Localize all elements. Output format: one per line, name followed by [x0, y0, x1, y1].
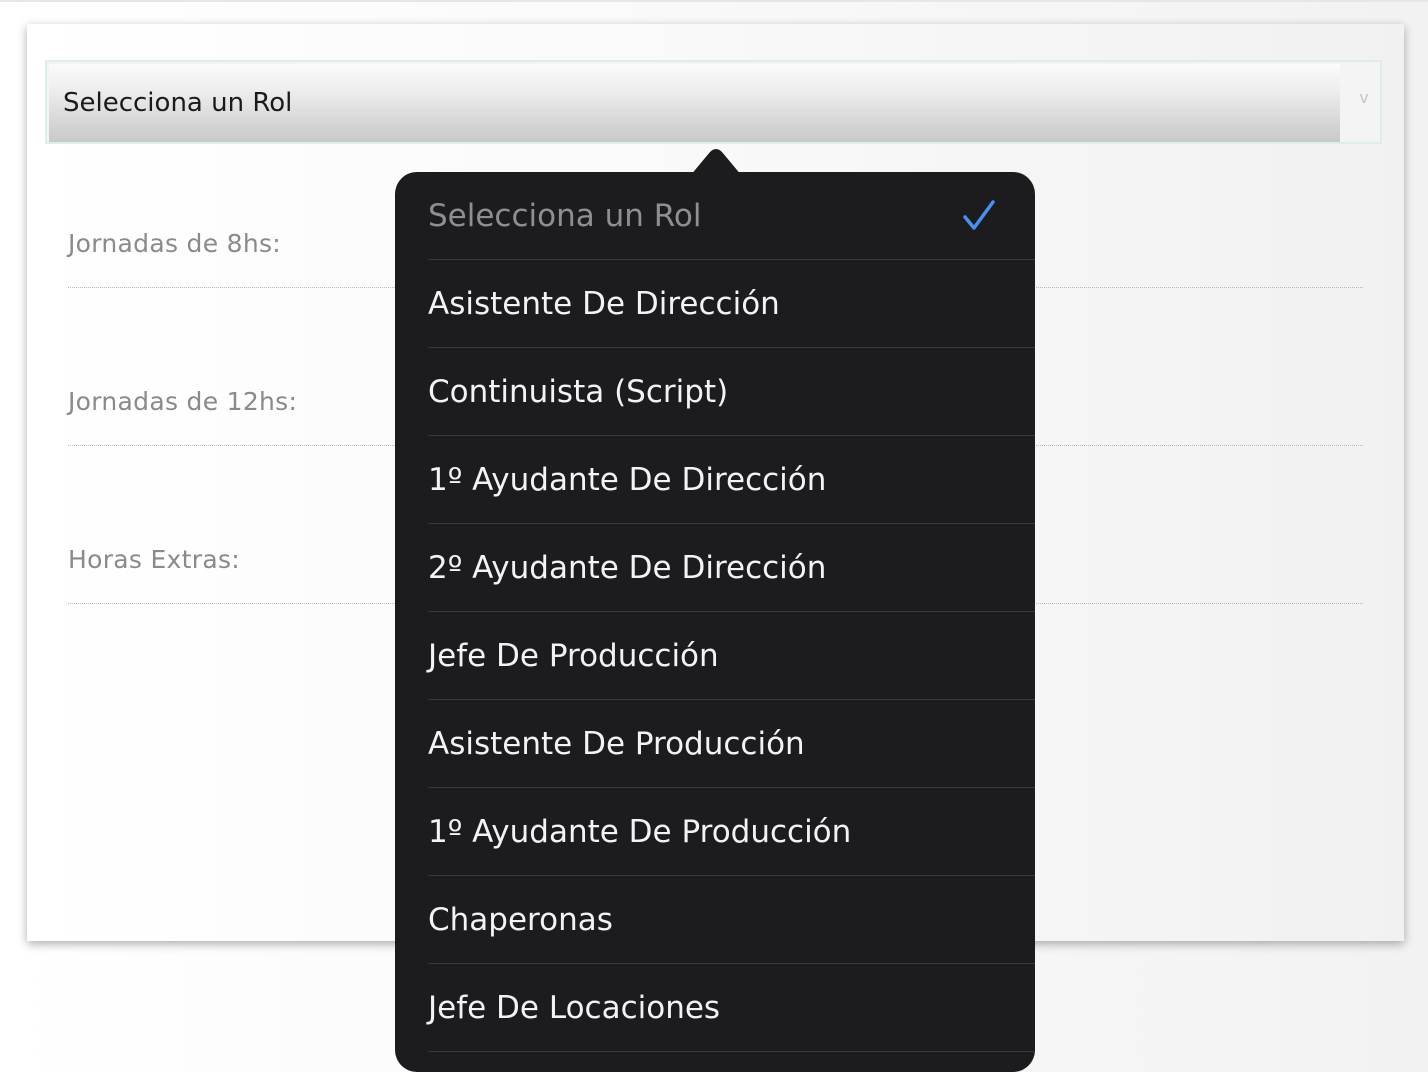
option-jefe-de-produccion[interactable]: Jefe De Producción	[428, 612, 1035, 700]
role-select-field[interactable]: Selecciona un Rol	[49, 64, 1340, 142]
top-divider	[0, 0, 1428, 2]
option-label: Chaperonas	[428, 902, 613, 938]
option-jefe-de-locaciones[interactable]: Jefe De Locaciones	[428, 964, 1035, 1052]
checkmark-icon	[963, 200, 995, 230]
option-label: Selecciona un Rol	[428, 198, 702, 234]
field-label: Horas Extras:	[68, 545, 241, 574]
option-continuista-script[interactable]: Continuista (Script)	[428, 348, 1035, 436]
role-select-value: Selecciona un Rol	[63, 88, 293, 118]
option-selecciona-un-rol[interactable]: Selecciona un Rol	[428, 172, 1035, 260]
chevron-down-icon[interactable]: v	[1354, 88, 1374, 108]
field-label: Jornadas de 8hs:	[68, 229, 282, 258]
option-1-ayudante-de-direccion[interactable]: 1º Ayudante De Dirección	[428, 436, 1035, 524]
option-label: Continuista (Script)	[428, 374, 729, 410]
option-asistente-de-direccion[interactable]: Asistente De Dirección	[428, 260, 1035, 348]
option-asistente-de-produccion[interactable]: Asistente De Producción	[428, 700, 1035, 788]
option-1-ayudante-de-produccion[interactable]: 1º Ayudante De Producción	[428, 788, 1035, 876]
option-label: 1º Ayudante De Dirección	[428, 462, 827, 498]
option-2-ayudante-de-direccion[interactable]: 2º Ayudante De Dirección	[428, 524, 1035, 612]
option-label: Asistente De Dirección	[428, 286, 780, 322]
role-select[interactable]: Selecciona un Rol v	[45, 60, 1382, 144]
option-label: 2º Ayudante De Dirección	[428, 550, 827, 586]
option-chaperonas[interactable]: Chaperonas	[428, 876, 1035, 964]
field-label: Jornadas de 12hs:	[68, 387, 298, 416]
option-label: Asistente De Producción	[428, 726, 805, 762]
option-label: Jefe De Locaciones	[428, 990, 721, 1026]
role-dropdown-menu: Selecciona un Rol Asistente De Dirección…	[395, 172, 1035, 1072]
option-label: Jefe De Producción	[428, 638, 719, 674]
option-label: 1º Ayudante De Producción	[428, 814, 852, 850]
